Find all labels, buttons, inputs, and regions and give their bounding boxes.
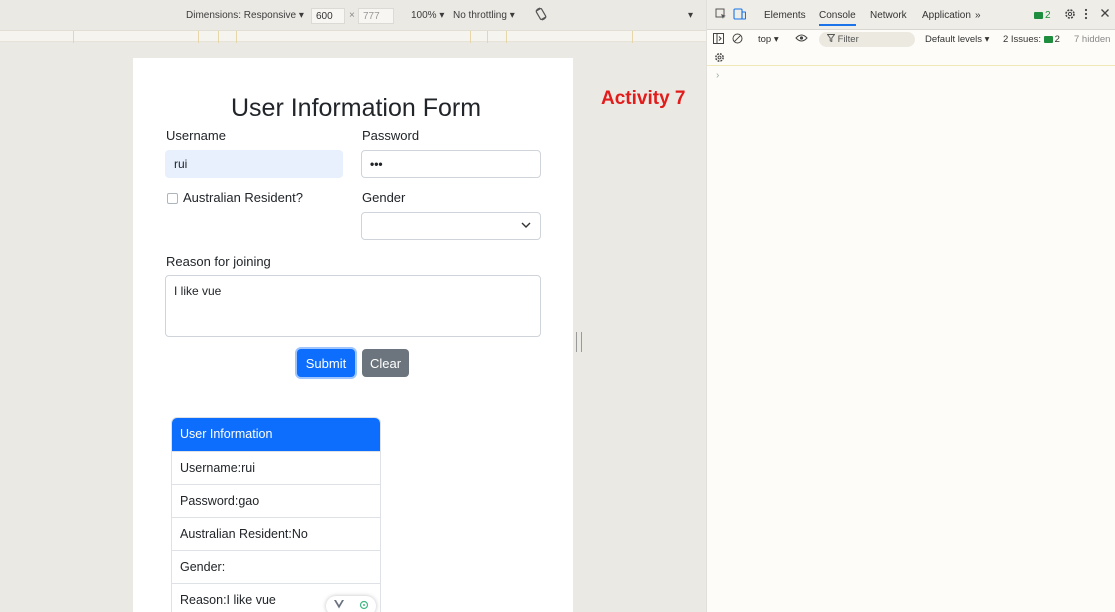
tabs-overflow-button[interactable]: » [975,10,981,21]
messages-badge-count: 2 [1045,10,1051,21]
activity-label: Activity 7 [601,88,686,109]
console-settings-gear-icon[interactable] [714,52,725,66]
submit-button[interactable]: Submit [297,349,355,377]
gender-select[interactable] [361,212,541,240]
info-row-resident: Australian Resident:No [172,517,380,550]
dimension-separator: × [349,10,355,21]
messages-badge[interactable]: 2 [1034,10,1051,21]
device-toolbar-more-dropdown[interactable]: ▾ [688,10,693,21]
issues-count: 2 [1054,34,1060,45]
eye-icon[interactable] [795,33,808,46]
filter-placeholder: Filter [837,34,859,45]
context-dropdown[interactable]: top ▾ [758,34,779,45]
username-input[interactable]: rui [165,150,343,178]
close-icon[interactable] [1100,8,1110,21]
chevron-down-icon [521,220,531,232]
gender-label: Gender [362,190,406,205]
info-card-header: User Information [172,418,380,451]
console-settings-row [707,50,1115,66]
tab-application[interactable]: Application [922,10,971,21]
devtools-panel: Elements Console Network Application » 2… [706,0,1115,612]
user-information-card: User Information Username:rui Password:g… [171,417,381,612]
clear-button[interactable]: Clear [362,349,409,377]
target-icon [359,600,369,612]
viewport-height-input[interactable]: 777 [358,8,394,24]
issues-text: 2 Issues: [1003,34,1042,45]
username-label: Username [166,128,226,143]
console-toolbar: top ▾ Filter Default levels ▾ 2 Issues: … [707,30,1115,50]
log-levels-dropdown[interactable]: Default levels ▾ [925,34,989,45]
filter-icon [826,34,838,45]
hidden-count: 7 hidden [1074,34,1111,45]
rotate-icon[interactable] [534,7,548,24]
tab-elements[interactable]: Elements [764,10,806,21]
inspect-element-icon[interactable] [715,8,727,23]
console-filter-input[interactable]: Filter [819,32,915,47]
password-input[interactable]: ••• [361,150,541,178]
resident-checkbox[interactable] [167,193,178,204]
tab-network[interactable]: Network [870,10,907,21]
viewport-resize-handle[interactable] [576,332,582,352]
issues-link[interactable]: 2 Issues: 2 [1003,34,1060,45]
console-prompt[interactable]: › [716,70,719,81]
gear-icon[interactable] [1064,8,1076,23]
device-toggle-icon[interactable] [733,8,747,23]
devtools-tab-bar: Elements Console Network Application » 2 [707,0,1115,30]
info-row-gender: Gender: [172,550,380,583]
info-row-password: Password:gao [172,484,380,517]
sidebar-toggle-icon[interactable] [713,33,724,47]
form-title: User Information Form [231,94,482,122]
resident-label: Australian Resident? [183,190,303,205]
device-toolbar: Dimensions: Responsive ▾ 600 × 777 100% … [0,0,706,30]
viewport-width-input[interactable]: 600 [311,8,345,24]
vue-logo-icon [333,600,344,612]
page-viewport: User Information Form Username rui Passw… [133,58,573,612]
zoom-dropdown[interactable]: 100% ▾ [411,10,444,21]
kebab-menu-icon[interactable] [1084,8,1088,23]
issues-message-icon [1043,35,1053,43]
media-query-ruler[interactable] [0,30,706,43]
password-label: Password [362,128,420,143]
reason-textarea[interactable]: I like vue [165,275,541,337]
reason-label: Reason for joining [166,254,271,269]
dimensions-dropdown[interactable]: Dimensions: Responsive ▾ [186,10,304,21]
info-row-username: Username:rui [172,451,380,484]
throttling-dropdown[interactable]: No throttling ▾ [453,10,515,21]
clear-console-icon[interactable] [732,33,743,47]
message-icon [1034,11,1043,19]
tab-console[interactable]: Console [819,10,856,26]
vue-devtools-float-button[interactable] [326,596,376,612]
